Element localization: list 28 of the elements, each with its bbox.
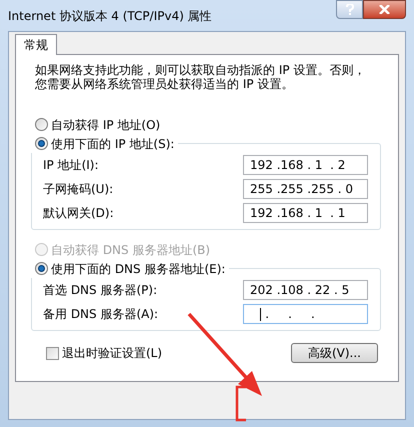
ip-address-field[interactable]: . . . <box>243 304 368 324</box>
ip-address-field[interactable]: 255 .255 .255 . 0 <box>243 179 368 199</box>
radio-button[interactable] <box>35 118 48 131</box>
ip-address-field[interactable]: 202 .108 . 22 . 5 <box>243 280 368 300</box>
field-label: 默认网关(D): <box>43 205 114 222</box>
description-text: 如果网络支持此功能，则可以获取自动指派的 IP 设置。否则， <box>35 63 366 77</box>
radio-button[interactable] <box>35 137 48 150</box>
radio-label: 使用下面的 DNS 服务器地址(E): <box>51 260 226 278</box>
radio-button[interactable] <box>35 262 48 275</box>
radio-label: 使用下面的 IP 地址(S): <box>51 136 174 152</box>
window-title: Internet 协议版本 4 (TCP/IPv4) 属性 <box>8 8 212 24</box>
advanced-button[interactable]: 高级(V)... <box>291 343 378 363</box>
help-icon <box>346 4 354 15</box>
help-button[interactable] <box>336 0 363 19</box>
field-label: 首选 DNS 服务器(P): <box>43 282 158 299</box>
radio-label: 自动获得 DNS 服务器地址(B) <box>51 242 210 258</box>
field-label: 子网掩码(U): <box>43 181 114 198</box>
tab[interactable]: 常规 <box>15 34 57 55</box>
description-text: 您需要从网络系统管理员处获得适当的 IP 设置。 <box>35 77 294 91</box>
close-icon <box>379 5 390 14</box>
ip-address-field[interactable]: 192 .168 . 1 . 1 <box>243 203 368 223</box>
checkbox-label: 退出时验证设置(L) <box>62 345 162 362</box>
checkbox[interactable] <box>46 346 59 360</box>
field-label: 备用 DNS 服务器(A): <box>43 306 158 323</box>
close-button[interactable] <box>363 0 406 19</box>
radio-label: 自动获得 IP 地址(O) <box>51 116 160 134</box>
ip-address-field[interactable]: 192 .168 . 1 . 2 <box>243 155 368 175</box>
field-label: IP 地址(I): <box>43 157 99 174</box>
